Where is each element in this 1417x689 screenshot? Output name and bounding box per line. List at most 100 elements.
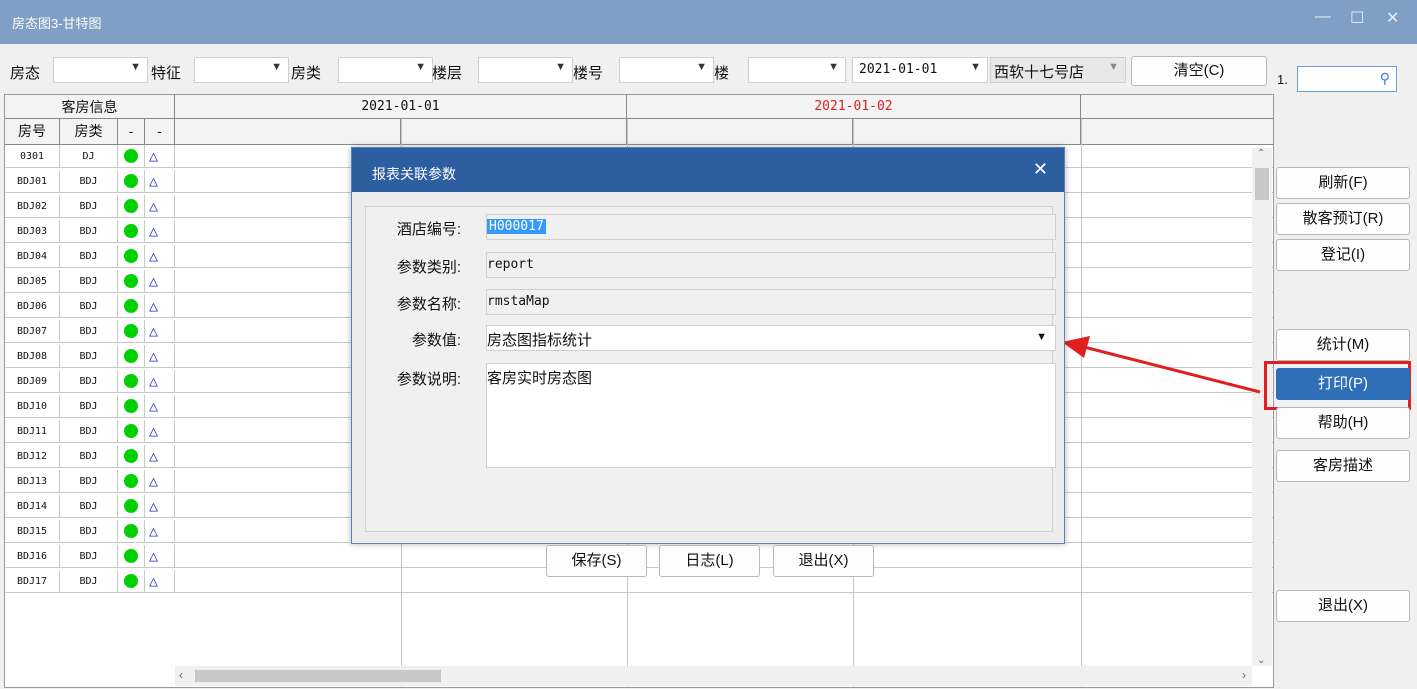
flag-cell: △	[145, 520, 175, 543]
room-type-cell[interactable]: BDJ	[60, 520, 118, 543]
close-icon[interactable]: ✕	[1033, 159, 1048, 180]
triangle-icon: △	[149, 272, 159, 290]
scroll-down-icon[interactable]: ⌄	[1257, 655, 1265, 666]
triangle-icon: △	[149, 297, 159, 315]
room-no-cell[interactable]: BDJ02	[5, 195, 60, 218]
horizontal-scrollbar[interactable]: ‹ ›	[175, 666, 1252, 686]
room-type-cell[interactable]: BDJ	[60, 320, 118, 343]
room-no-cell[interactable]: BDJ10	[5, 395, 60, 418]
col-room-type[interactable]: 房类	[60, 119, 118, 145]
triangle-icon: △	[149, 172, 159, 190]
building-no-label: 楼号	[573, 65, 604, 82]
room-no-cell[interactable]: BDJ15	[5, 520, 60, 543]
room-no-cell[interactable]: BDJ13	[5, 470, 60, 493]
chevron-down-icon: ▼	[555, 61, 566, 73]
dialog-title-bar: 报表关联参数 ✕	[352, 148, 1064, 192]
room-type-cell[interactable]: BDJ	[60, 420, 118, 443]
refresh-button[interactable]: 刷新(F)	[1276, 167, 1410, 199]
param-type-field[interactable]: report	[486, 252, 1056, 278]
status-cell	[118, 395, 145, 418]
col-status-a[interactable]: -	[118, 119, 145, 145]
room-type-cell[interactable]: BDJ	[60, 170, 118, 193]
room-type-cell[interactable]: BDJ	[60, 545, 118, 568]
room-type-cell[interactable]: BDJ	[60, 220, 118, 243]
scrollbar-thumb[interactable]	[1255, 168, 1269, 200]
search-input[interactable]: ⚲	[1297, 66, 1397, 92]
room-no-cell[interactable]: BDJ06	[5, 295, 60, 318]
hotel-select[interactable]: 西软十七号店 ▼	[990, 57, 1126, 83]
chevron-down-icon: ▼	[1108, 61, 1119, 73]
status-cell	[118, 520, 145, 543]
room-type-cell[interactable]: BDJ	[60, 395, 118, 418]
room-type-cell[interactable]: BDJ	[60, 295, 118, 318]
param-desc-field[interactable]: 客房实时房态图	[486, 363, 1056, 468]
floor-select[interactable]: ▼	[478, 57, 573, 83]
building-no-select[interactable]: ▼	[619, 57, 714, 83]
room-no-cell[interactable]: BDJ03	[5, 220, 60, 243]
building-select[interactable]: ▼	[748, 57, 846, 83]
search-icon[interactable]: ⚲	[1380, 70, 1390, 87]
print-button[interactable]: 打印(P)	[1276, 368, 1410, 400]
room-description-button[interactable]: 客房描述	[1276, 450, 1410, 482]
room-type-cell[interactable]: BDJ	[60, 270, 118, 293]
col-room-no[interactable]: 房号	[5, 119, 60, 145]
checkin-button[interactable]: 登记(I)	[1276, 239, 1410, 271]
exit-button[interactable]: 退出(X)	[1276, 590, 1410, 622]
room-no-cell[interactable]: BDJ17	[5, 570, 60, 593]
room-type-cell[interactable]: DJ	[60, 145, 118, 168]
room-type-select[interactable]: ▼	[338, 57, 433, 83]
room-no-cell[interactable]: BDJ05	[5, 270, 60, 293]
hotel-code-field[interactable]: H000017	[486, 214, 1056, 240]
save-button[interactable]: 保存(S)	[546, 545, 647, 577]
room-type-cell[interactable]: BDJ	[60, 345, 118, 368]
room-type-cell[interactable]: BDJ	[60, 570, 118, 593]
room-type-cell[interactable]: BDJ	[60, 245, 118, 268]
param-name-field[interactable]: rmstaMap	[486, 289, 1056, 315]
room-no-cell[interactable]: BDJ11	[5, 420, 60, 443]
scroll-up-icon[interactable]: ⌃	[1257, 148, 1265, 159]
flag-cell: △	[145, 245, 175, 268]
param-desc-label: 参数说明:	[396, 371, 461, 388]
close-icon[interactable]: ✕	[1386, 8, 1399, 28]
room-no-cell[interactable]: BDJ16	[5, 545, 60, 568]
room-no-cell[interactable]: BDJ07	[5, 320, 60, 343]
status-dot-icon	[124, 524, 138, 538]
flag-cell: △	[145, 220, 175, 243]
window-title: 房态图3-甘特图	[12, 16, 102, 31]
triangle-icon: △	[149, 197, 159, 215]
status-cell	[118, 170, 145, 193]
param-value-select[interactable]: 房态图指标统计 ▼	[486, 325, 1056, 351]
stats-button[interactable]: 统计(M)	[1276, 329, 1410, 361]
time-slot-header	[401, 119, 627, 145]
room-status-select[interactable]: ▼	[53, 57, 148, 83]
minimize-icon[interactable]: —	[1315, 8, 1331, 26]
room-type-cell[interactable]: BDJ	[60, 370, 118, 393]
col-status-b[interactable]: -	[145, 119, 175, 145]
clear-button[interactable]: 清空(C)	[1131, 56, 1267, 86]
chevron-down-icon: ▼	[970, 61, 981, 73]
room-no-cell[interactable]: 0301	[5, 145, 60, 168]
room-no-cell[interactable]: BDJ09	[5, 370, 60, 393]
scroll-right-icon[interactable]: ›	[1242, 668, 1246, 682]
room-no-cell[interactable]: BDJ08	[5, 345, 60, 368]
room-no-cell[interactable]: BDJ12	[5, 445, 60, 468]
room-no-cell[interactable]: BDJ01	[5, 170, 60, 193]
maximize-icon[interactable]: ☐	[1350, 8, 1364, 28]
status-cell	[118, 545, 145, 568]
date-picker[interactable]: 2021-01-01 ▼	[852, 57, 988, 83]
room-type-cell[interactable]: BDJ	[60, 495, 118, 518]
walkin-reserve-button[interactable]: 散客预订(R)	[1276, 203, 1410, 235]
title-bar: 房态图3-甘特图 — ☐ ✕	[0, 0, 1417, 44]
scroll-left-icon[interactable]: ‹	[179, 668, 183, 682]
room-type-cell[interactable]: BDJ	[60, 445, 118, 468]
scrollbar-thumb[interactable]	[195, 670, 441, 682]
help-button[interactable]: 帮助(H)	[1276, 407, 1410, 439]
room-no-cell[interactable]: BDJ04	[5, 245, 60, 268]
room-type-cell[interactable]: BDJ	[60, 195, 118, 218]
dialog-exit-button[interactable]: 退出(X)	[773, 545, 874, 577]
flag-cell: △	[145, 495, 175, 518]
feature-select[interactable]: ▼	[194, 57, 289, 83]
room-type-cell[interactable]: BDJ	[60, 470, 118, 493]
room-no-cell[interactable]: BDJ14	[5, 495, 60, 518]
log-button[interactable]: 日志(L)	[659, 545, 760, 577]
